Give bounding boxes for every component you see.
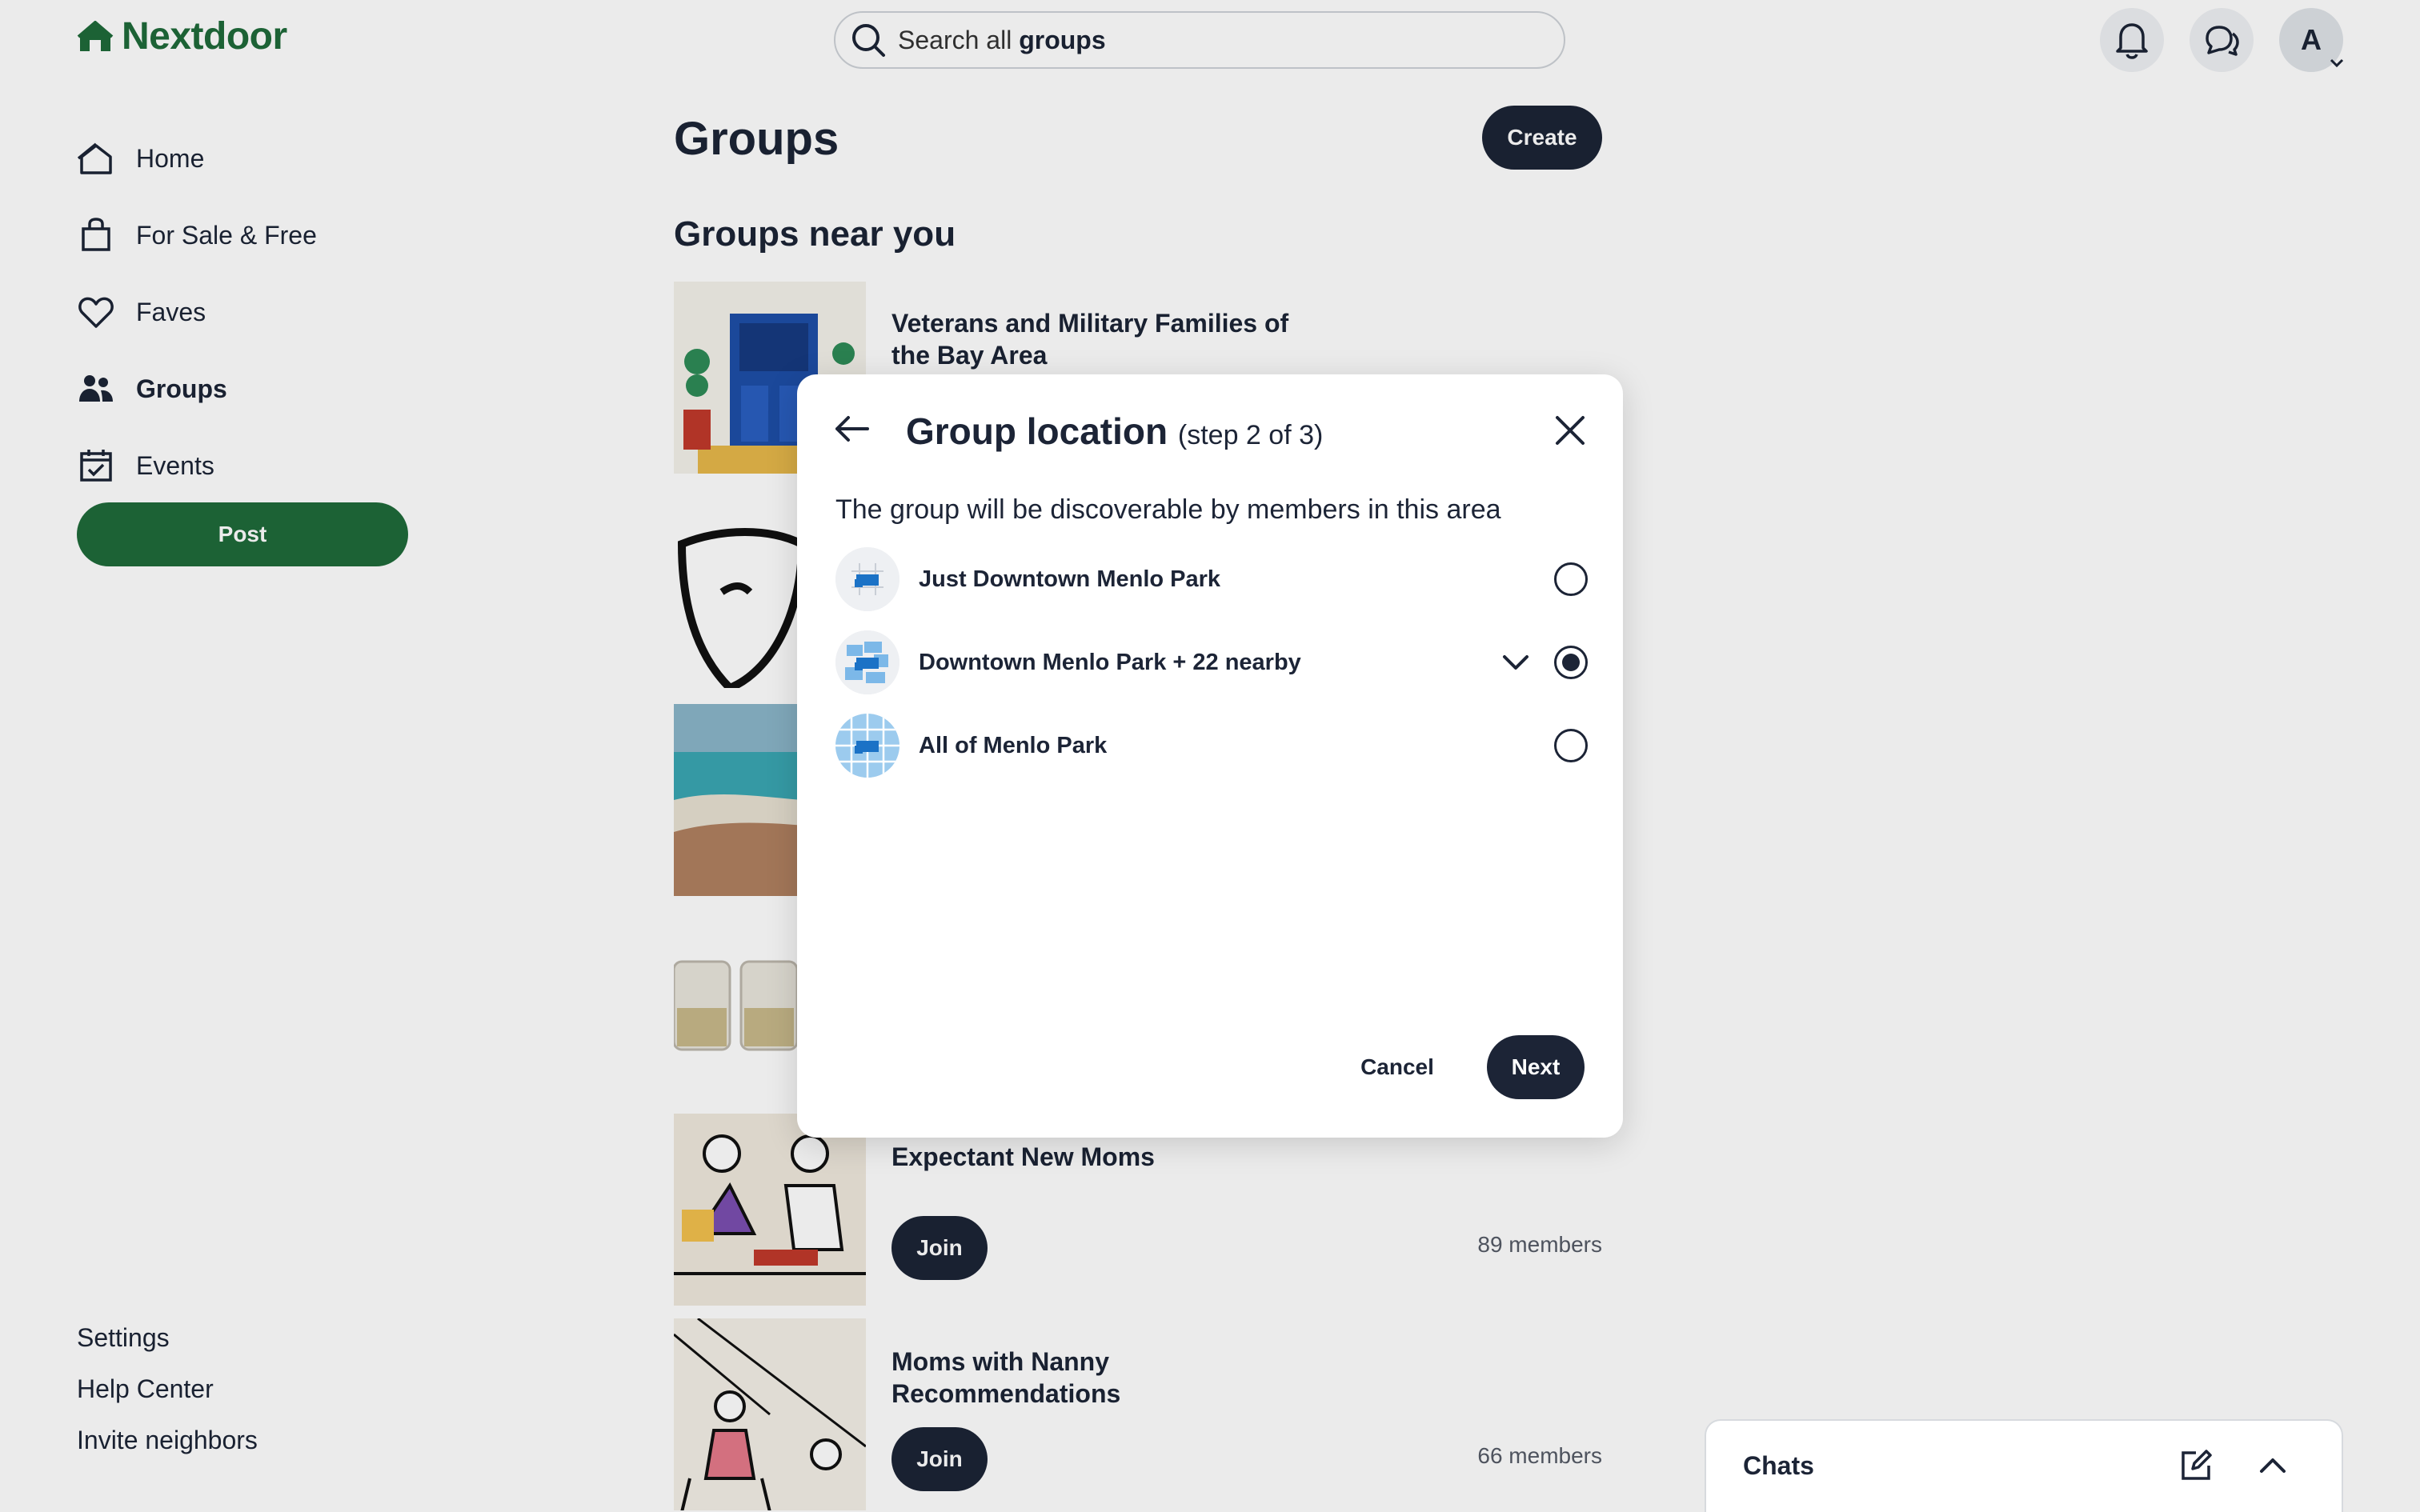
dialog-step: (step 2 of 3) bbox=[1177, 420, 1324, 450]
chats-title: Chats bbox=[1743, 1451, 1814, 1480]
map-icon bbox=[835, 630, 899, 694]
chats-dock[interactable]: Chats bbox=[1705, 1419, 2343, 1512]
location-option-all-menlo-park[interactable]: All of Menlo Park bbox=[835, 712, 1588, 779]
close-icon[interactable] bbox=[1553, 413, 1588, 448]
group-location-dialog: Group location (step 2 of 3) The group w… bbox=[797, 374, 1623, 1138]
radio-button[interactable] bbox=[1554, 562, 1588, 596]
chevron-down-icon[interactable] bbox=[1500, 646, 1532, 678]
option-label: Downtown Menlo Park + 22 nearby bbox=[919, 649, 1301, 675]
next-button[interactable]: Next bbox=[1487, 1035, 1585, 1099]
map-icon bbox=[835, 547, 899, 611]
chevron-up-icon[interactable] bbox=[2257, 1450, 2289, 1482]
location-option-downtown-nearby[interactable]: Downtown Menlo Park + 22 nearby bbox=[835, 629, 1588, 696]
dialog-description: The group will be discoverable by member… bbox=[835, 494, 1501, 525]
map-icon bbox=[835, 714, 899, 778]
compose-icon[interactable] bbox=[2178, 1448, 2214, 1483]
dialog-title: Group location (step 2 of 3) bbox=[906, 410, 1324, 452]
option-label: All of Menlo Park bbox=[919, 732, 1108, 758]
cancel-button[interactable]: Cancel bbox=[1341, 1035, 1453, 1099]
back-arrow-icon[interactable] bbox=[832, 410, 871, 448]
radio-button[interactable] bbox=[1554, 646, 1588, 679]
location-option-just-downtown[interactable]: Just Downtown Menlo Park bbox=[835, 546, 1588, 613]
option-label: Just Downtown Menlo Park bbox=[919, 566, 1221, 592]
radio-button[interactable] bbox=[1554, 729, 1588, 762]
